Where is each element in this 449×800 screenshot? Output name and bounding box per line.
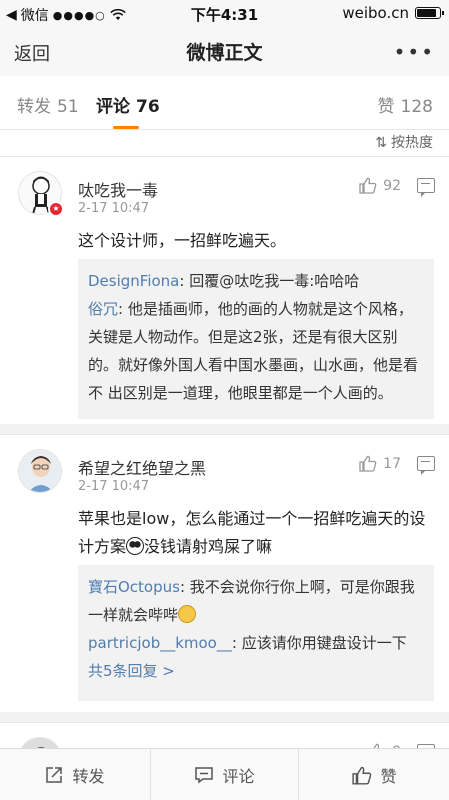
reply-line: partricjob__kmoo__: 应该请你用键盘设计一下 (88, 629, 424, 657)
tab-repost-label: 转发 (17, 97, 51, 117)
panda-emoji-icon (126, 537, 145, 555)
tab-like-count: 128 (400, 97, 433, 117)
comment-like-button[interactable]: 17 (359, 455, 401, 472)
more-replies-link[interactable]: 共5条回复 > (88, 657, 424, 685)
comment-list: ★ 呔吃我一毒 2-17 10:47 92 这个设计师，一招鲜吃遍天。 Desi… (0, 156, 449, 782)
reply-line: 寶石Octopus: 我不会说你行你上啊，可是你跟我一样就会哔哔 (88, 573, 424, 629)
like-label: 赞 (380, 767, 397, 786)
reply-user[interactable]: 俗冗 (88, 300, 118, 318)
comment-like-count: 17 (383, 455, 401, 472)
status-right: weibo.cn (342, 4, 444, 22)
reply-text: : 他是插画师，他的画的人物就是这个风格，关键是人物动作。但是这2张，还是有很大… (88, 300, 419, 402)
reply-text: : 回覆@呔吃我一毒:哈哈哈 (179, 272, 360, 290)
back-button[interactable]: 返回 (14, 40, 50, 66)
comment-time: 2-17 10:47 (78, 201, 150, 216)
tab-repost-count: 51 (57, 97, 79, 117)
tab-bar: 转发 51 评论 76 赞 128 (0, 76, 449, 130)
reply-icon[interactable] (417, 456, 435, 475)
tab-repost[interactable]: 转发 51 (17, 92, 79, 117)
active-tab-indicator (113, 126, 139, 129)
repost-button[interactable]: 转发 (0, 749, 149, 800)
more-options-button[interactable]: ••• (394, 40, 435, 64)
repost-label: 转发 (72, 767, 105, 786)
comment-text-part: 没钱请射鸡屎了嘛 (144, 537, 273, 556)
url-label: weibo.cn (342, 4, 409, 22)
comment-label: 评论 (222, 767, 255, 786)
reply-user[interactable]: 寶石Octopus (88, 578, 180, 596)
like-button[interactable]: 赞 (300, 749, 449, 800)
comment-like-count: 92 (383, 177, 401, 194)
reply-text: : 应该请你用键盘设计一下 (231, 634, 407, 652)
comment-username[interactable]: 呔吃我一毒 (78, 177, 158, 201)
reply-box[interactable]: 寶石Octopus: 我不会说你行你上啊，可是你跟我一样就会哔哔 partric… (78, 565, 434, 701)
tab-like[interactable]: 赞 128 (378, 92, 433, 117)
sort-label: 按热度 (391, 135, 433, 151)
avatar[interactable] (18, 449, 62, 493)
thumbs-up-icon (359, 455, 377, 472)
comment-text: 苹果也是low，怎么能通过一个一招鲜吃遍天的设计方案 没钱请射鸡屎了嘛 (78, 505, 434, 561)
reply-line: DesignFiona: 回覆@呔吃我一毒:哈哈哈 (88, 267, 424, 295)
battery-icon (415, 7, 444, 19)
status-bar: ◀ 微信 ●●●●○ 下午4:31 weibo.cn (0, 0, 449, 26)
tab-comment[interactable]: 评论 76 (96, 92, 160, 117)
thumbs-up-icon (352, 766, 372, 785)
thumbs-up-icon (359, 177, 377, 194)
reply-box[interactable]: DesignFiona: 回覆@呔吃我一毒:哈哈哈 俗冗: 他是插画师，他的画的… (78, 259, 434, 419)
comment-icon (195, 767, 214, 784)
tab-comment-label: 评论 (96, 97, 130, 117)
nav-bar: 返回 微博正文 ••• (0, 26, 449, 76)
comment-time: 2-17 10:47 (78, 479, 150, 494)
comment-username[interactable]: 希望之红绝望之黑 (78, 455, 206, 479)
tab-like-label: 赞 (377, 97, 395, 117)
reply-user[interactable]: DesignFiona (88, 272, 179, 290)
comment-item: ★ 呔吃我一毒 2-17 10:47 92 这个设计师，一招鲜吃遍天。 Desi… (0, 156, 449, 424)
bottom-toolbar: 转发 评论 赞 (0, 748, 449, 800)
page-title: 微博正文 (186, 42, 263, 64)
comment-like-button[interactable]: 92 (359, 177, 401, 194)
reply-user[interactable]: partricjob__kmoo__ (88, 634, 232, 652)
sort-by-hot-button[interactable]: ⇅ 按热度 (375, 132, 433, 152)
comment-text: 这个设计师，一招鲜吃遍天。 (78, 231, 287, 250)
member-badge-icon: ★ (48, 201, 64, 217)
repost-icon (46, 767, 63, 783)
reply-line: 俗冗: 他是插画师，他的画的人物就是这个风格，关键是人物动作。但是这2张，还是有… (88, 295, 424, 407)
sort-row: ⇅ 按热度 (0, 130, 449, 156)
comment-item: 希望之红绝望之黑 2-17 10:47 17 苹果也是low，怎么能通过一个一招… (0, 434, 449, 712)
weibo-detail-page: ◀ 微信 ●●●●○ 下午4:31 weibo.cn 返回 微博正文 ••• 转… (0, 0, 449, 800)
comment-button[interactable]: 评论 (150, 749, 299, 800)
smile-emoji-icon (178, 605, 197, 623)
sort-icon: ⇅ (375, 135, 387, 151)
tab-comment-count: 76 (136, 97, 160, 117)
reply-icon[interactable] (417, 178, 435, 197)
